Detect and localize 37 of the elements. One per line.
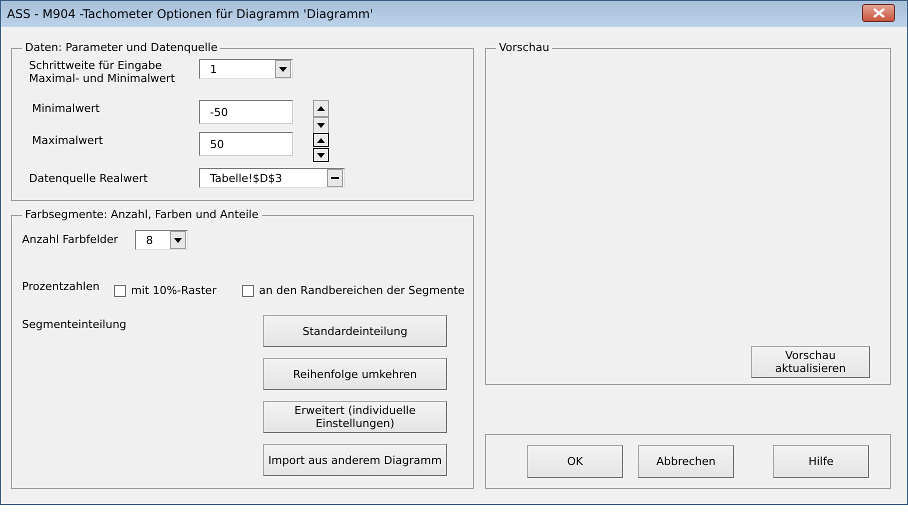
- refresh-preview-button[interactable]: Vorschau aktualisieren: [751, 346, 870, 378]
- field-label: Schrittweite für Eingabe Maximal- und Minimalwert: [29, 59, 176, 85]
- input-field[interactable]: 50: [199, 132, 293, 156]
- field-label: Anzahl Farbfelder: [22, 233, 120, 246]
- field-label: Minimalwert: [31, 102, 101, 115]
- spin-up-icon[interactable]: [313, 100, 329, 117]
- group-legend: Daten: Parameter und Datenquelle: [22, 41, 220, 55]
- field-label: Segmenteinteilung: [22, 318, 128, 331]
- checkbox[interactable]: [114, 284, 126, 296]
- action-button[interactable]: Import aus anderem Diagramm: [263, 444, 447, 476]
- collapse-icon[interactable]: [327, 169, 343, 187]
- dropdown-value: 1: [209, 62, 218, 76]
- close-icon: [872, 8, 886, 18]
- input-field[interactable]: -50: [199, 100, 293, 124]
- dropdown-value: 8: [145, 234, 154, 246]
- checkbox-option[interactable]: mit 10%-Raster: [114, 284, 242, 297]
- action-button[interactable]: Standardeinteilung: [263, 315, 447, 347]
- spin-down-icon[interactable]: [313, 117, 329, 134]
- field-label: Prozentzahlen: [22, 280, 101, 293]
- spin-up-icon[interactable]: [313, 133, 329, 147]
- checkbox-option[interactable]: an den Randbereichen der Segmente: [242, 284, 465, 297]
- group-legend: Farbsegmente: Anzahl, Farben und Anteile: [22, 208, 262, 222]
- checkbox[interactable]: [242, 284, 254, 296]
- dialog-button[interactable]: Abbrechen: [638, 445, 734, 478]
- close-button[interactable]: [862, 4, 895, 22]
- dialog-button[interactable]: OK: [527, 445, 623, 478]
- step-dropdown[interactable]: 1: [199, 59, 293, 79]
- spin-down-icon[interactable]: [313, 148, 329, 162]
- field-value: Tabelle!$D$3: [209, 172, 284, 184]
- field-label: Maximalwert: [31, 134, 104, 147]
- action-button[interactable]: Erweitert (individuelle Einstellungen): [263, 401, 447, 433]
- window-title: ASS - M904 -Tachometer Optionen für Diagramm 'Diagramm': [7, 7, 374, 21]
- count-dropdown[interactable]: 8: [135, 230, 188, 250]
- field-label: Datenquelle Realwert: [29, 172, 149, 185]
- range-field[interactable]: Tabelle!$D$3: [199, 168, 345, 188]
- dialog-button[interactable]: Hilfe: [773, 445, 869, 478]
- action-button[interactable]: Reihenfolge umkehren: [263, 358, 447, 390]
